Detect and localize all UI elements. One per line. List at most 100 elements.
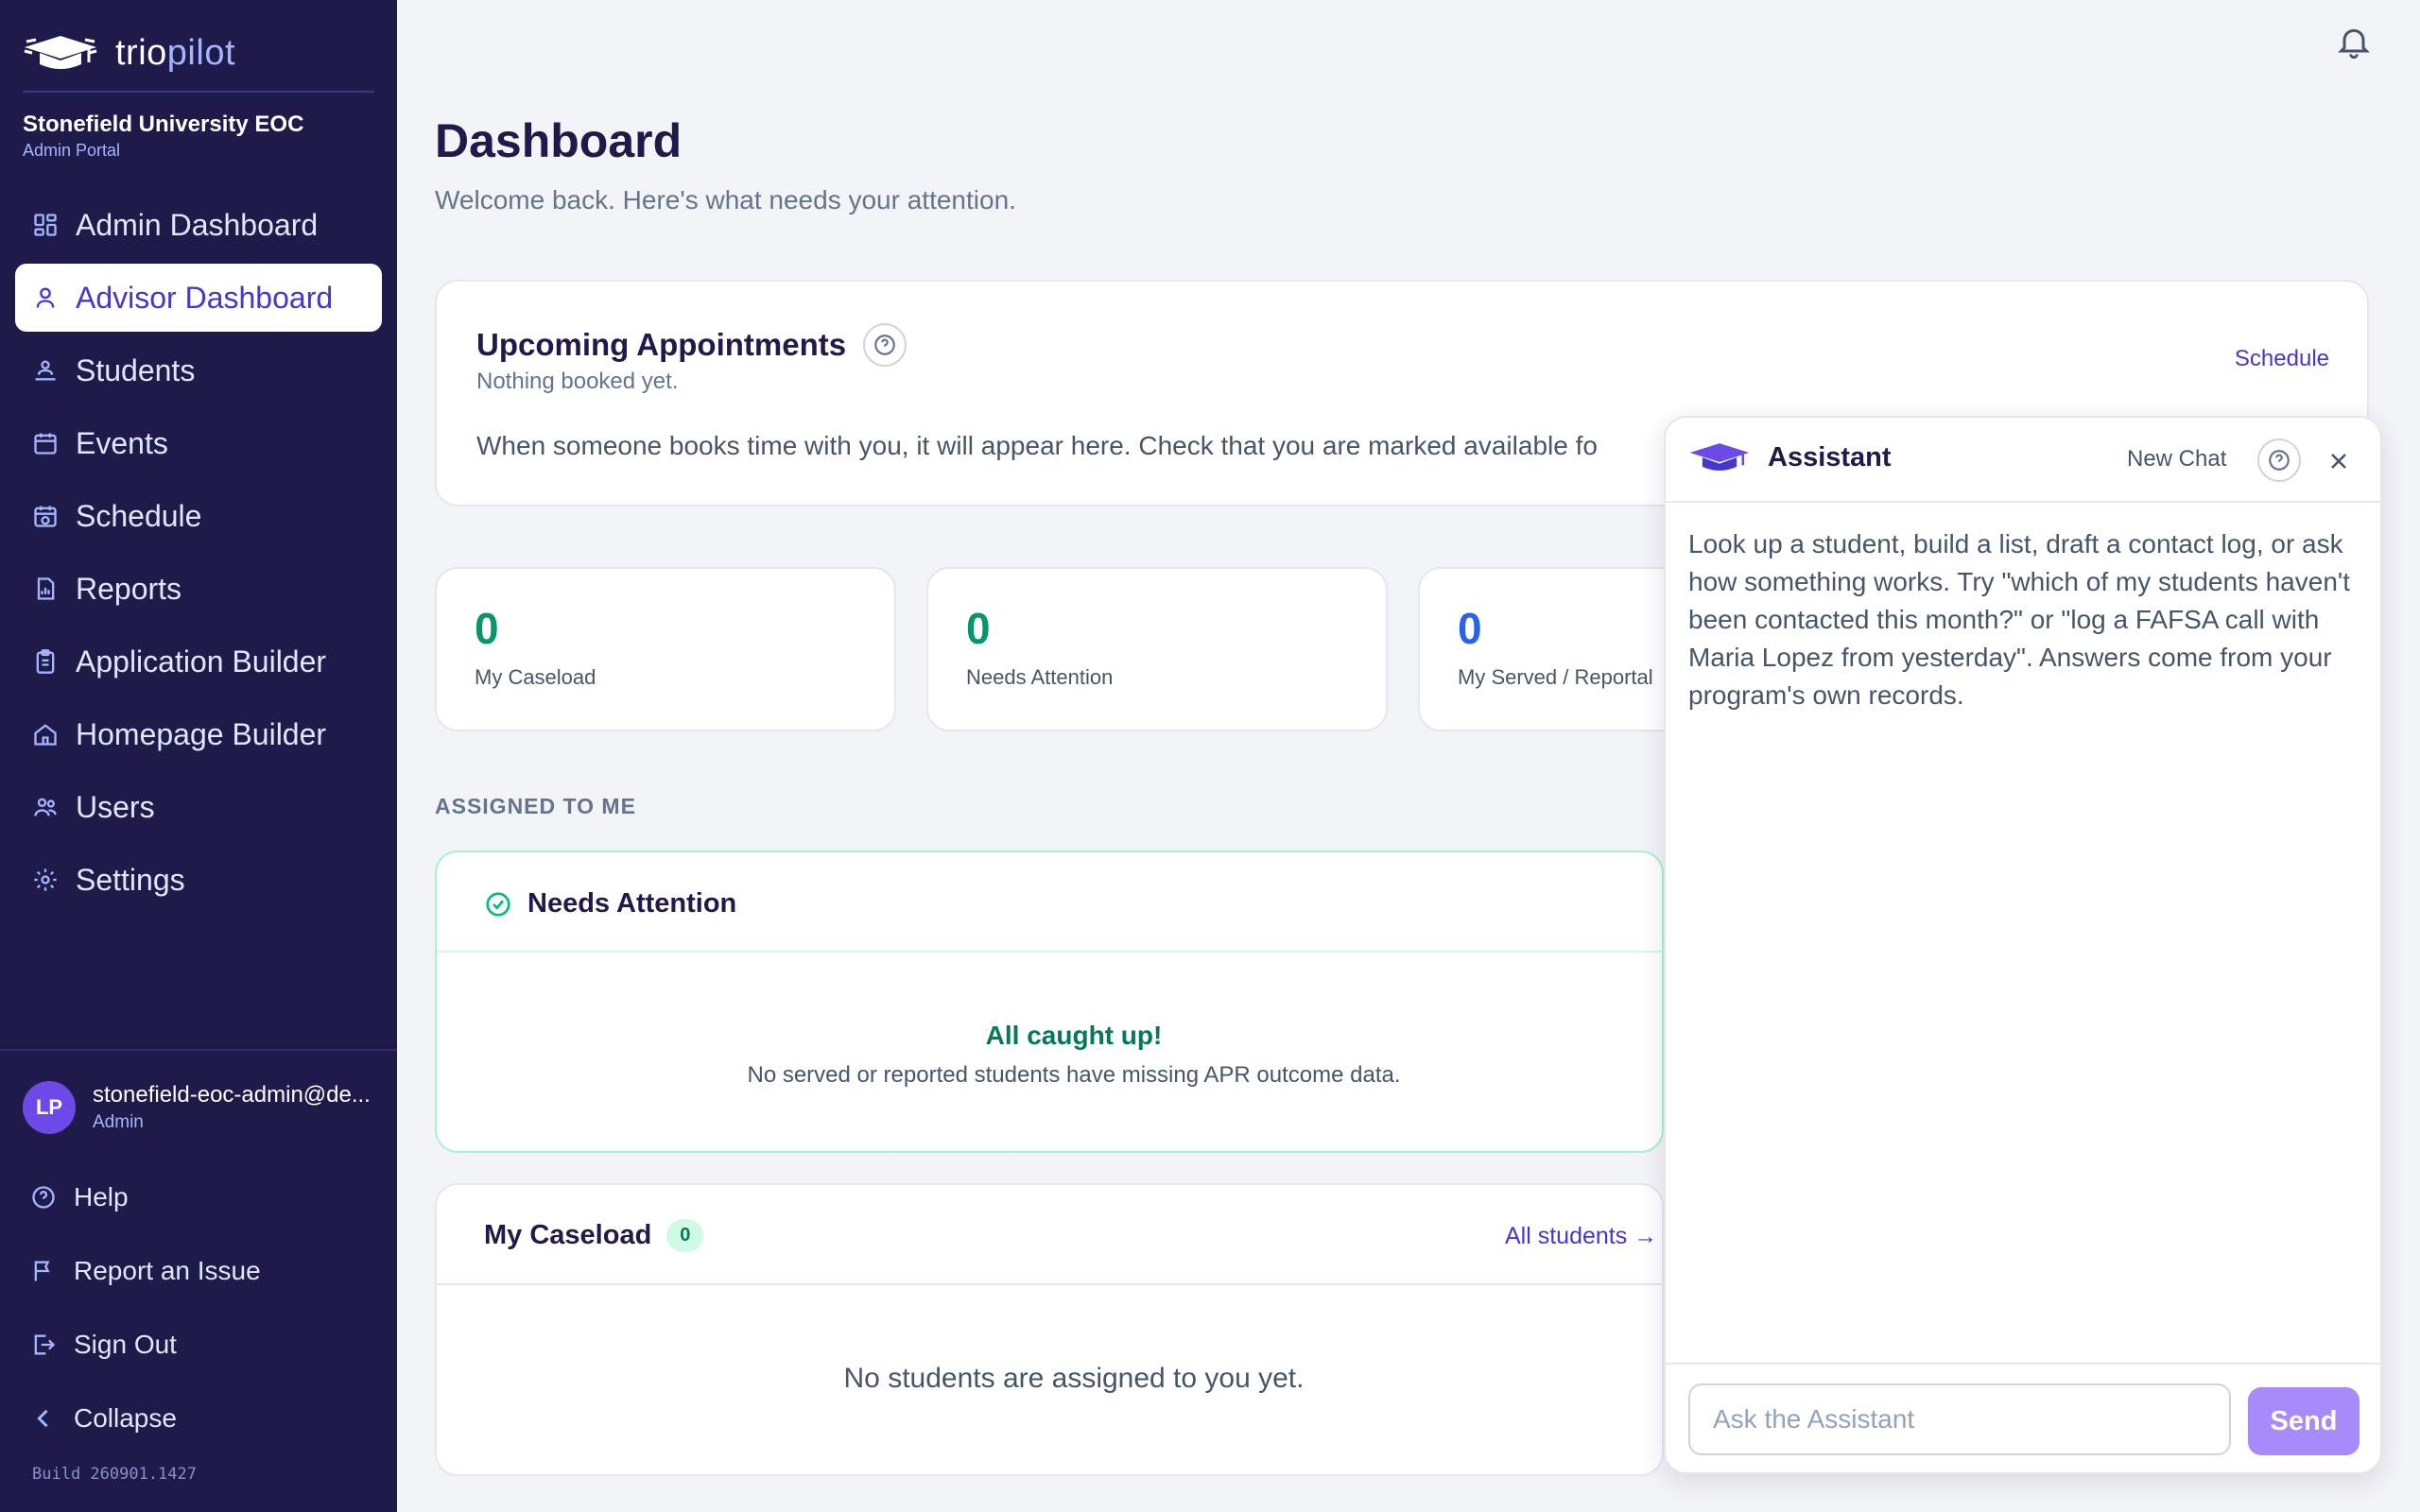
empty-state-text: No students are assigned to you yet. [843, 1363, 1305, 1394]
card-header: Needs Attention [437, 852, 1662, 953]
stat-value: 0 [475, 604, 499, 653]
assistant-message: Look up a student, build a list, draft a… [1688, 529, 2351, 710]
brand-name-light: pilot [166, 32, 236, 73]
sidebar-item-admin-dashboard[interactable]: Admin Dashboard [15, 191, 382, 259]
send-button[interactable]: Send [2248, 1387, 2360, 1455]
calendar-clock-icon [34, 506, 57, 527]
sidebar-item-students[interactable]: Students [15, 336, 382, 404]
sidebar-item-label: Homepage Builder [76, 716, 327, 751]
sidebar-item-label: Settings [76, 862, 185, 897]
report-issue-label: Report an Issue [74, 1256, 261, 1285]
sidebar-item-application-builder[interactable]: Application Builder [15, 627, 382, 696]
clipboard-icon [36, 649, 55, 674]
sidebar-item-events[interactable]: Events [15, 409, 382, 477]
schedule-link[interactable]: Schedule [2235, 346, 2329, 372]
build-version: Build 260901.1427 [32, 1465, 197, 1484]
check-circle-icon [486, 891, 510, 917]
sidebar-item-schedule[interactable]: Schedule [15, 482, 382, 550]
new-chat-button[interactable]: New Chat [2127, 446, 2226, 472]
appointments-message: When someone books time with you, it wil… [476, 431, 1598, 460]
stat-card-needs-attention[interactable]: 0 Needs Attention [926, 567, 1388, 731]
collapse-label: Collapse [74, 1403, 177, 1433]
user-email: stonefield-eoc-admin@de... [93, 1082, 371, 1108]
assistant-header: Assistant New Chat [1666, 418, 2380, 503]
help-link[interactable]: Help [30, 1160, 261, 1234]
help-circle-icon [2269, 450, 2290, 471]
stat-label: Needs Attention [966, 665, 1114, 689]
sidebar-item-label: Schedule [76, 498, 202, 533]
page-subtitle: Welcome back. Here's what needs your att… [435, 185, 1016, 215]
caseload-title: My Caseload [484, 1220, 652, 1250]
brand-name: triopilot [115, 33, 235, 74]
org-portal: Admin Portal [23, 141, 121, 160]
all-caught-up-text: All caught up! [985, 1021, 1163, 1050]
sign-out-link[interactable]: Sign Out [30, 1308, 261, 1382]
sidebar-item-settings[interactable]: Settings [15, 846, 382, 914]
sidebar: triopilot Stonefield University EOC Admi… [0, 0, 397, 1512]
help-circle-icon [32, 1186, 55, 1209]
stat-label: My Served / Reportal [1458, 665, 1653, 689]
calendar-icon [34, 433, 57, 455]
brand-logo[interactable]: triopilot [23, 26, 235, 79]
user-role: Admin [93, 1112, 144, 1132]
user-icon [36, 287, 55, 308]
stat-label: My Caseload [475, 665, 596, 689]
card-header: My Caseload 0 All students → [437, 1185, 1662, 1285]
sidebar-item-homepage-builder[interactable]: Homepage Builder [15, 700, 382, 768]
sidebar-item-label: Students [76, 352, 196, 387]
flag-icon [34, 1261, 50, 1281]
page-title: Dashboard [435, 114, 683, 167]
sidebar-footer-nav: Help Report an Issue Sign Out Collapse [30, 1160, 261, 1455]
card-title: Needs Attention [484, 888, 736, 919]
sidebar-item-reports[interactable]: Reports [15, 555, 382, 623]
section-label: ASSIGNED TO ME [435, 794, 636, 818]
user-profile[interactable]: LP stonefield-eoc-admin@de... Admin [23, 1081, 376, 1134]
stat-value: 0 [1458, 604, 1482, 653]
card-title: My Caseload 0 [484, 1219, 704, 1252]
assistant-title-label: Assistant [1768, 441, 1892, 472]
sidebar-item-label: Events [76, 425, 168, 460]
org-name: Stonefield University EOC [23, 112, 304, 137]
home-icon [34, 724, 57, 746]
needs-attention-title: Needs Attention [527, 888, 737, 919]
chevron-left-icon [37, 1409, 48, 1428]
sidebar-item-label: Admin Dashboard [76, 207, 319, 242]
card-title: Upcoming Appointments [476, 323, 908, 367]
gear-icon [34, 868, 57, 891]
sidebar-item-advisor-dashboard[interactable]: Advisor Dashboard [15, 264, 382, 332]
appointments-subtitle: Nothing booked yet. [476, 369, 679, 394]
close-button[interactable] [2320, 442, 2358, 480]
notification-bell-icon[interactable] [2335, 23, 2373, 60]
sign-out-icon [34, 1334, 56, 1355]
assistant-input[interactable] [1688, 1383, 2231, 1455]
sign-out-label: Sign Out [74, 1330, 177, 1359]
close-icon [2331, 454, 2346, 469]
sidebar-nav: Admin Dashboard Advisor Dashboard Studen… [15, 191, 382, 919]
help-label: Help [74, 1182, 129, 1211]
help-circle-icon [874, 335, 895, 355]
stat-card-my-caseload[interactable]: 0 My Caseload [435, 567, 896, 731]
grid-icon [34, 214, 57, 236]
assistant-help-button[interactable] [2257, 438, 2301, 482]
brand-name-bold: trio [115, 32, 167, 73]
students-icon [35, 360, 56, 381]
help-button[interactable] [863, 323, 908, 367]
all-students-link[interactable]: All students → [1505, 1223, 1657, 1250]
report-issue-link[interactable]: Report an Issue [30, 1234, 261, 1308]
my-caseload-card: My Caseload 0 All students → No students… [435, 1183, 1664, 1476]
all-caught-up-note: No served or reported students have miss… [747, 1062, 1401, 1088]
needs-attention-card: Needs Attention All caught up! No served… [435, 850, 1664, 1153]
graduation-cap-icon [24, 36, 97, 69]
sidebar-item-label: Reports [76, 571, 182, 606]
assistant-title: Assistant [1688, 438, 1892, 476]
sidebar-item-users[interactable]: Users [15, 773, 382, 841]
appointments-title: Upcoming Appointments [476, 327, 847, 362]
divider [23, 91, 374, 93]
avatar: LP [23, 1081, 76, 1134]
report-icon [37, 577, 55, 600]
stat-value: 0 [966, 604, 991, 653]
divider [1666, 1363, 2380, 1365]
collapse-button[interactable]: Collapse [30, 1382, 261, 1455]
sidebar-item-label: Application Builder [76, 644, 327, 679]
sidebar-item-label: Advisor Dashboard [76, 280, 334, 315]
